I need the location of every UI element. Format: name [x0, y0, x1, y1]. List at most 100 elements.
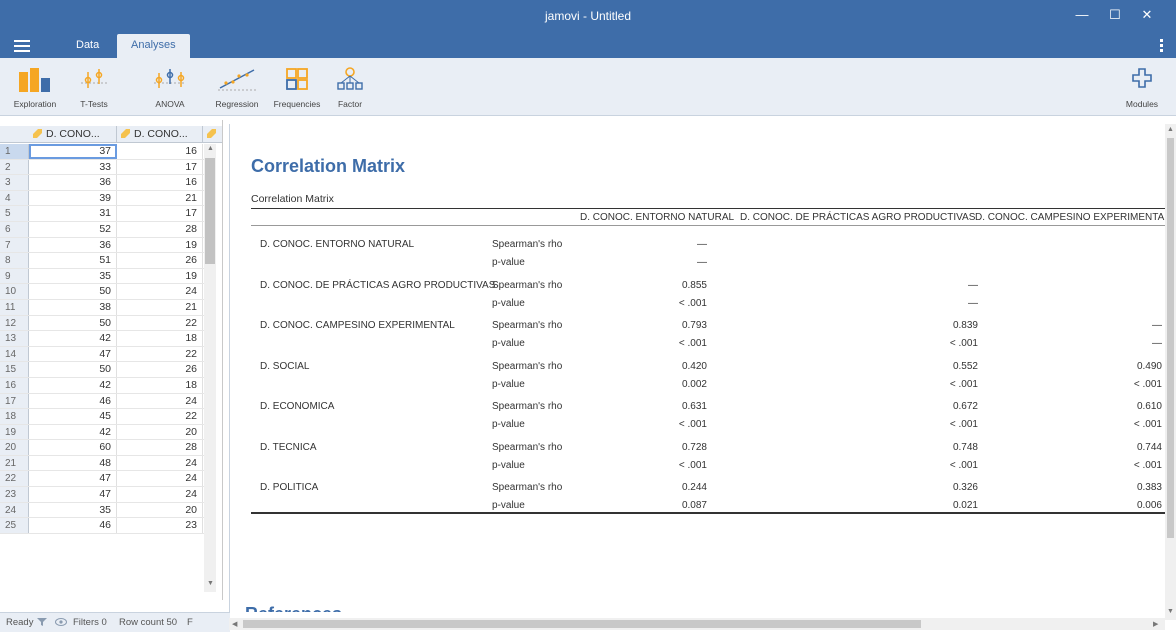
data-cell[interactable]: 28 — [117, 440, 203, 455]
data-cell[interactable]: 45 — [29, 409, 117, 424]
factor-button[interactable]: Factor — [330, 66, 370, 109]
data-cell[interactable]: 31 — [29, 206, 117, 221]
row-number[interactable]: 14 — [0, 346, 29, 362]
data-cell[interactable]: 20 — [117, 502, 203, 518]
scroll-up-icon[interactable]: ▲ — [207, 145, 214, 152]
data-cell[interactable]: 19 — [117, 237, 203, 253]
data-cell[interactable]: 50 — [29, 362, 117, 377]
data-cell[interactable]: 18 — [117, 377, 203, 393]
eye-icon[interactable] — [55, 618, 67, 626]
tab-analyses[interactable]: Analyses — [117, 34, 190, 58]
row-number[interactable]: 2 — [0, 159, 29, 175]
column-header[interactable]: D. CONO... — [29, 126, 117, 143]
row-number[interactable]: 11 — [0, 299, 29, 315]
filter-icon[interactable] — [37, 617, 47, 627]
close-button[interactable]: ✕ — [1132, 4, 1162, 26]
scroll-up-icon[interactable]: ▲ — [1167, 126, 1174, 133]
row-number[interactable]: 6 — [0, 221, 29, 237]
row-number[interactable]: 21 — [0, 455, 29, 471]
scrollbar-thumb[interactable] — [243, 620, 921, 628]
data-cell[interactable]: 35 — [29, 502, 117, 518]
data-cell[interactable]: 47 — [29, 471, 117, 487]
anova-button[interactable]: ANOVA — [150, 66, 190, 109]
data-cell[interactable]: 38 — [29, 299, 117, 315]
results-title[interactable]: Correlation Matrix — [251, 156, 405, 177]
data-cell[interactable]: 21 — [117, 190, 203, 206]
row-number[interactable]: 23 — [0, 487, 29, 502]
data-cell[interactable]: 48 — [29, 455, 117, 471]
scroll-down-icon[interactable]: ▼ — [207, 580, 214, 587]
data-spreadsheet[interactable]: D. CONO... D. CONO... 1 37 16 2 33 17 3 36 16 4 39… — [0, 120, 223, 600]
data-cell[interactable]: 50 — [29, 315, 117, 331]
scroll-right-icon[interactable]: ▶ — [1153, 620, 1158, 628]
data-cell[interactable]: 28 — [117, 221, 203, 237]
data-cell[interactable]: 35 — [29, 268, 117, 284]
modules-button[interactable]: Modules — [1116, 66, 1168, 109]
more-options-icon[interactable] — [1160, 39, 1164, 54]
data-cell[interactable]: 47 — [29, 346, 117, 362]
data-cell[interactable]: 26 — [117, 362, 203, 377]
results-vertical-scrollbar[interactable]: ▲ ▼ — [1165, 124, 1176, 620]
row-number[interactable]: 18 — [0, 409, 29, 424]
row-number[interactable]: 16 — [0, 377, 29, 393]
row-number[interactable]: 4 — [0, 190, 29, 206]
data-cell[interactable]: 18 — [117, 331, 203, 346]
data-cell[interactable]: 17 — [117, 159, 203, 175]
results-horizontal-scrollbar[interactable]: ◀ ▶ — [229, 618, 1165, 630]
row-number[interactable]: 24 — [0, 502, 29, 518]
column-header[interactable] — [203, 126, 222, 143]
data-cell[interactable]: 39 — [29, 190, 117, 206]
row-number[interactable]: 1 — [0, 144, 29, 159]
scrollbar-thumb[interactable] — [1167, 138, 1174, 538]
data-cell[interactable]: 24 — [117, 487, 203, 502]
data-cell[interactable]: 24 — [117, 471, 203, 487]
scroll-down-icon[interactable]: ▼ — [1167, 608, 1174, 615]
data-cell[interactable]: 26 — [117, 253, 203, 268]
row-number[interactable]: 13 — [0, 331, 29, 346]
data-cell[interactable]: 36 — [29, 175, 117, 190]
data-cell[interactable]: 20 — [117, 424, 203, 440]
data-cell[interactable]: 36 — [29, 237, 117, 253]
row-number[interactable]: 7 — [0, 237, 29, 253]
row-number[interactable]: 10 — [0, 284, 29, 299]
data-cell[interactable]: 46 — [29, 393, 117, 409]
row-number[interactable]: 3 — [0, 175, 29, 190]
maximize-button[interactable]: ☐ — [1100, 4, 1130, 26]
data-cell[interactable]: 42 — [29, 331, 117, 346]
data-cell[interactable]: 52 — [29, 221, 117, 237]
data-cell[interactable]: 22 — [117, 409, 203, 424]
data-cell[interactable]: 42 — [29, 377, 117, 393]
data-cell[interactable]: 47 — [29, 487, 117, 502]
data-cell[interactable]: 24 — [117, 455, 203, 471]
tab-data[interactable]: Data — [62, 34, 113, 58]
data-cell[interactable]: 16 — [117, 144, 203, 159]
row-number[interactable]: 17 — [0, 393, 29, 409]
row-number[interactable]: 5 — [0, 206, 29, 221]
data-cell[interactable]: 42 — [29, 424, 117, 440]
data-cell[interactable]: 33 — [29, 159, 117, 175]
row-number[interactable]: 20 — [0, 440, 29, 455]
sheet-vertical-scrollbar[interactable]: ▲ ▼ — [204, 144, 216, 592]
scroll-left-icon[interactable]: ◀ — [232, 620, 237, 628]
data-cell[interactable]: 22 — [117, 346, 203, 362]
data-cell[interactable]: 16 — [117, 175, 203, 190]
data-cell[interactable]: 50 — [29, 284, 117, 299]
minimize-button[interactable]: — — [1067, 4, 1097, 26]
regression-button[interactable]: Regression — [212, 66, 262, 109]
scrollbar-thumb[interactable] — [205, 158, 215, 264]
data-cell[interactable]: 60 — [29, 440, 117, 455]
frequencies-button[interactable]: Frequencies — [272, 66, 322, 109]
row-number[interactable]: 25 — [0, 518, 29, 533]
data-cell[interactable]: 24 — [117, 393, 203, 409]
row-number[interactable]: 15 — [0, 362, 29, 377]
menu-icon[interactable] — [14, 37, 30, 53]
data-cell[interactable]: 17 — [117, 206, 203, 221]
data-cell[interactable]: 46 — [29, 518, 117, 533]
data-cell[interactable]: 19 — [117, 268, 203, 284]
row-number[interactable]: 12 — [0, 315, 29, 331]
data-cell[interactable]: 21 — [117, 299, 203, 315]
data-cell[interactable]: 37 — [29, 144, 117, 159]
t-tests-button[interactable]: T-Tests — [74, 66, 114, 109]
row-number[interactable]: 8 — [0, 253, 29, 268]
row-number[interactable]: 9 — [0, 268, 29, 284]
